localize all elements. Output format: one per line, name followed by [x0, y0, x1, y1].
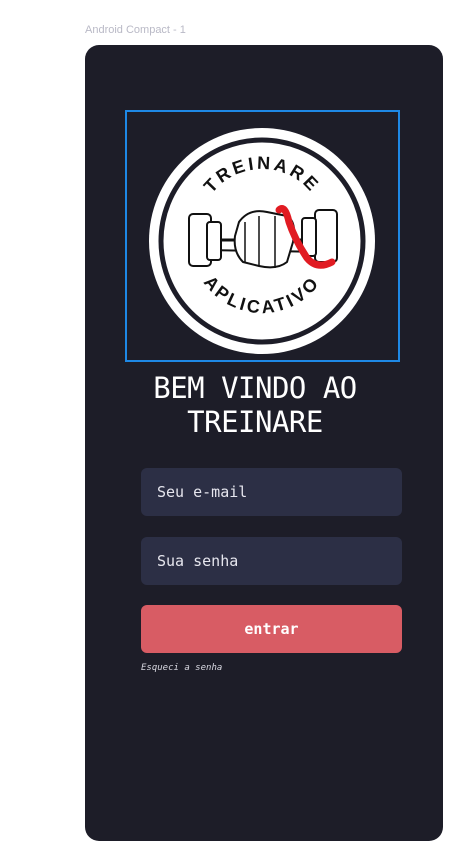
welcome-title: BEM VINDO AO TREINARE — [125, 371, 385, 439]
frame-label: Android Compact - 1 — [85, 24, 186, 36]
app-logo: TREINARE APLICATIVO — [149, 128, 375, 354]
password-field[interactable] — [141, 537, 402, 585]
logo-container[interactable]: TREINARE APLICATIVO — [125, 110, 400, 362]
welcome-line-2: TREINARE — [187, 405, 323, 439]
welcome-line-1: BEM VINDO AO — [153, 371, 357, 405]
email-field[interactable] — [141, 468, 402, 516]
phone-screen: TREINARE APLICATIVO BEM VINDO AO TREINARE… — [85, 45, 443, 841]
forgot-password-link[interactable]: Esqueci a senha — [141, 663, 222, 673]
dumbbell-icon — [188, 209, 338, 269]
login-button[interactable]: entrar — [141, 605, 402, 653]
